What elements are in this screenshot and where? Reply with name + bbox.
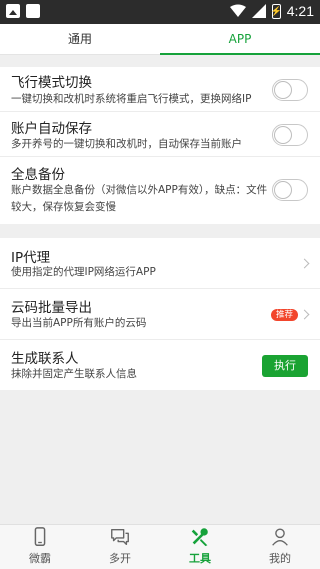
full-backup-toggle[interactable] [272, 179, 308, 201]
nav-label: 微霸 [29, 552, 51, 565]
tab-bar: 通用 APP [0, 24, 320, 55]
nav-label: 多开 [109, 552, 131, 565]
action-desc: 抹除并固定产生联系人信息 [11, 368, 137, 380]
airplane-mode-toggle[interactable] [272, 79, 308, 101]
action-title: 生成联系人 [11, 351, 79, 367]
execute-button[interactable]: 执行 [262, 355, 308, 377]
nav-item-tools[interactable]: 工具 [160, 525, 240, 569]
person-icon [272, 528, 288, 546]
setting-title: 全息备份 [11, 167, 65, 183]
action-desc: 使用指定的代理IP网络运行APP [11, 266, 156, 278]
action-desc: 导出当前APP所有账户的云码 [11, 317, 147, 329]
tools-icon [191, 528, 208, 547]
status-bar: ⚡ 4:21 [0, 0, 320, 24]
setting-desc: 多开养号的一键切换和改机时，自动保存当前账户 [11, 138, 242, 150]
toggle-knob [274, 81, 292, 99]
auto-save-account-toggle[interactable] [272, 124, 308, 146]
phone-icon [34, 527, 46, 546]
toggle-knob [274, 181, 292, 199]
wifi-icon [229, 4, 246, 17]
nav-label: 我的 [269, 552, 291, 565]
tab-app[interactable]: APP [160, 24, 320, 55]
nav-item-me[interactable]: 我的 [240, 525, 320, 569]
setting-title: 账户自动保存 [11, 121, 92, 137]
setting-row-airplane-mode[interactable]: 飞行模式切换 一键切换和改机时系统将重启飞行模式，更换网络IP [0, 67, 320, 112]
clock: 4:21 [286, 3, 314, 19]
gallery-notification-icon [6, 4, 20, 18]
setting-title: 飞行模式切换 [11, 75, 92, 91]
recommend-badge: 推荐 [270, 309, 298, 321]
chevron-right-icon [299, 309, 310, 320]
setting-desc: 账户数据全息备份（对微信以外APP有效），缺点：文件较大，保存恢复会变慢 [11, 184, 268, 213]
setting-row-full-backup[interactable]: 全息备份 账户数据全息备份（对微信以外APP有效），缺点：文件较大，保存恢复会变… [0, 157, 320, 224]
action-title: IP代理 [11, 250, 51, 266]
nav-label: 工具 [189, 552, 211, 565]
nav-item-multi-open[interactable]: 多开 [80, 525, 160, 569]
action-row-ip-proxy[interactable]: IP代理 使用指定的代理IP网络运行APP [0, 238, 320, 289]
bottom-navigation: 微霸 多开 工具 我的 [0, 524, 320, 569]
toggle-knob [274, 126, 292, 144]
chat-icon [111, 528, 129, 546]
battery-icon: ⚡ [271, 3, 282, 19]
setting-desc: 一键切换和改机时系统将重启飞行模式，更换网络IP [11, 93, 252, 105]
action-row-generate-contacts: 生成联系人 抹除并固定产生联系人信息 执行 [0, 340, 320, 390]
action-title: 云码批量导出 [11, 300, 92, 316]
signal-icon [251, 4, 266, 18]
settings-section-toggles: 飞行模式切换 一键切换和改机时系统将重启飞行模式，更换网络IP 账户自动保存 多… [0, 67, 320, 224]
app-notification-icon [26, 4, 40, 18]
action-row-cloud-code-export[interactable]: 云码批量导出 导出当前APP所有账户的云码 推荐 [0, 289, 320, 340]
chevron-right-icon [299, 258, 310, 269]
settings-section-actions: IP代理 使用指定的代理IP网络运行APP 云码批量导出 导出当前APP所有账户… [0, 238, 320, 390]
tab-general[interactable]: 通用 [0, 24, 160, 54]
nav-item-weiba[interactable]: 微霸 [0, 525, 80, 569]
setting-row-auto-save-account[interactable]: 账户自动保存 多开养号的一键切换和改机时，自动保存当前账户 [0, 112, 320, 157]
